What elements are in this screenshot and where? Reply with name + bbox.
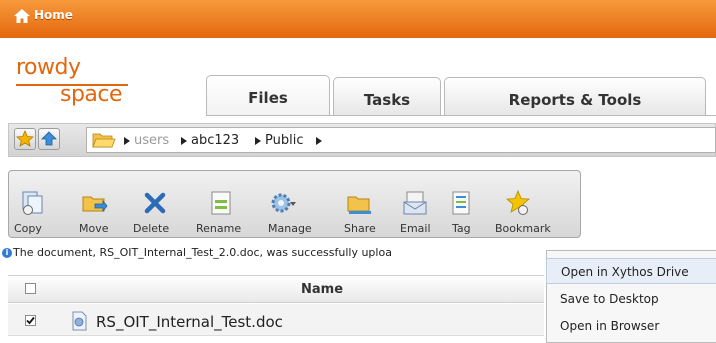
breadcrumb-separator — [316, 137, 322, 145]
tab-tasks[interactable]: Tasks — [333, 77, 441, 115]
tag-button[interactable]: Tag — [452, 222, 471, 235]
checkmark-icon — [26, 316, 35, 325]
column-header-name[interactable]: Name — [301, 282, 343, 297]
top-bar — [0, 0, 716, 38]
email-button[interactable]: Email — [400, 222, 431, 235]
rename-icon[interactable] — [208, 190, 234, 216]
manage-button[interactable]: Manage — [268, 222, 312, 235]
move-icon[interactable] — [82, 190, 108, 216]
menu-item-open-in-browser[interactable]: Open in Browser — [546, 313, 716, 339]
star-icon — [16, 129, 34, 147]
row-checkbox[interactable] — [25, 315, 36, 326]
breadcrumb-separator — [181, 137, 187, 145]
up-folder-button[interactable] — [38, 128, 60, 150]
logo-text-bottom: space — [60, 82, 123, 107]
copy-icon[interactable] — [20, 190, 46, 216]
email-icon[interactable] — [402, 190, 428, 216]
logo-text-top: rowdy — [16, 55, 81, 80]
breadcrumb-separator — [124, 137, 130, 145]
tab-files[interactable]: Files — [206, 75, 330, 116]
home-icon[interactable] — [14, 9, 30, 23]
word-document-icon — [72, 311, 87, 331]
gear-icon[interactable] — [270, 190, 296, 216]
breadcrumb-users[interactable]: users — [134, 133, 169, 148]
file-name-link[interactable]: RS_OIT_Internal_Test.doc — [96, 313, 283, 331]
share-icon[interactable] — [347, 190, 373, 216]
delete-icon[interactable] — [142, 190, 168, 216]
select-all-checkbox[interactable] — [25, 283, 36, 294]
breadcrumb-public[interactable]: Public — [265, 133, 303, 148]
tag-icon[interactable] — [448, 190, 474, 216]
info-icon: i — [2, 248, 12, 258]
copy-button[interactable]: Copy — [14, 222, 42, 235]
share-button[interactable]: Share — [344, 222, 376, 235]
rename-button[interactable]: Rename — [196, 222, 241, 235]
table-header — [8, 275, 544, 303]
favorites-button[interactable] — [14, 128, 36, 150]
menu-item-save-to-desktop[interactable]: Save to Desktop — [546, 286, 716, 312]
home-link[interactable]: Home — [34, 8, 73, 22]
breadcrumb-separator — [255, 137, 261, 145]
bookmark-button[interactable]: Bookmark — [495, 222, 551, 235]
menu-item-open-in-xythos-drive[interactable]: Open in Xythos Drive — [546, 258, 716, 284]
delete-button[interactable]: Delete — [133, 222, 169, 235]
breadcrumb-abc123[interactable]: abc123 — [191, 133, 239, 148]
move-button[interactable]: Move — [79, 222, 109, 235]
folder-open-icon[interactable] — [92, 130, 116, 150]
upload-success-message: The document, RS_OIT_Internal_Test_2.0.d… — [13, 246, 392, 259]
up-arrow-icon — [41, 131, 57, 146]
tab-reports-tools[interactable]: Reports & Tools — [444, 77, 706, 115]
bookmark-star-icon[interactable] — [505, 190, 531, 216]
tab-baseline — [206, 115, 716, 116]
